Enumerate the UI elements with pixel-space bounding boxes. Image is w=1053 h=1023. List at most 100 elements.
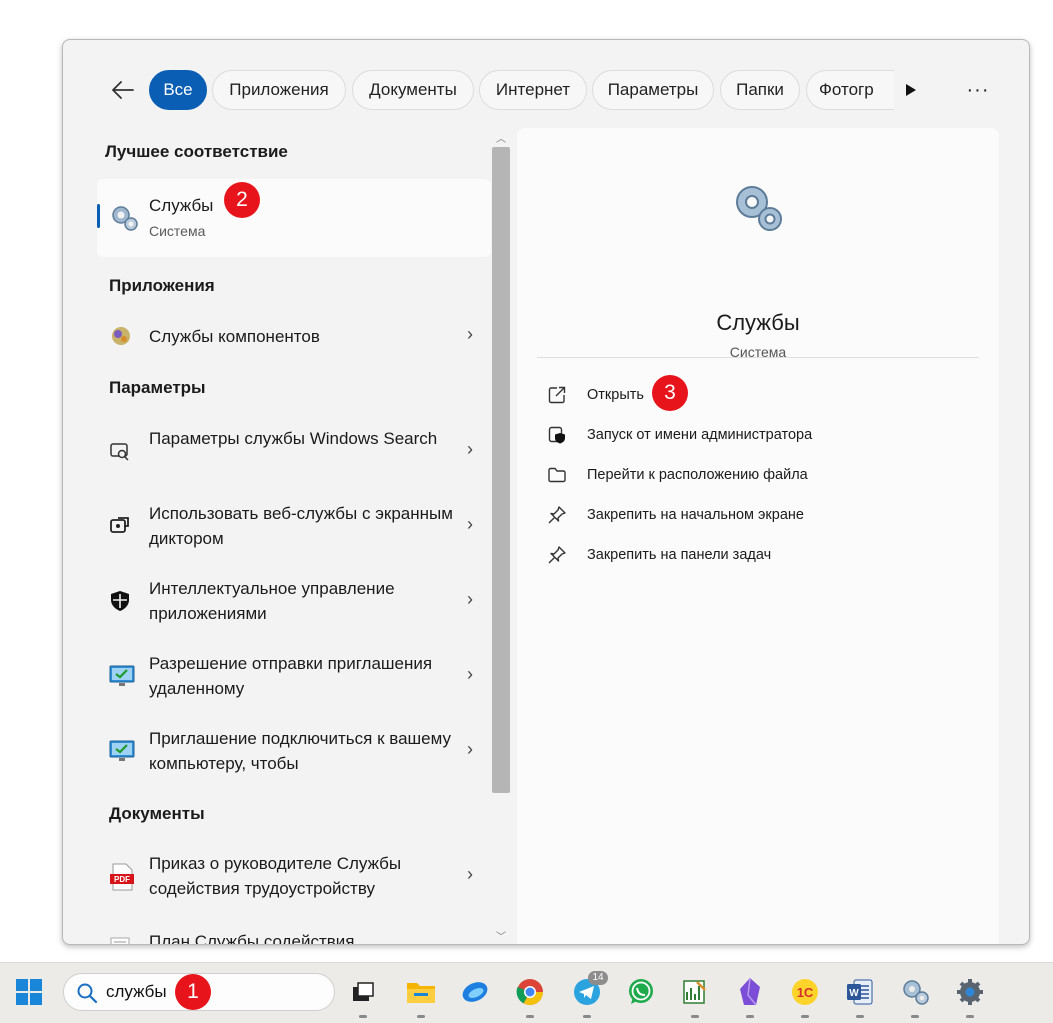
tab-folders[interactable]: Папки xyxy=(720,70,800,110)
list-item-label: Приказ о руководителе Службы содействия … xyxy=(149,854,402,898)
chevron-right-icon: › xyxy=(467,589,473,609)
scroll-down-arrow-icon[interactable]: ﹀ xyxy=(493,928,509,943)
remote-assistance-icon xyxy=(109,663,135,689)
tab-documents[interactable]: Документы xyxy=(352,70,474,110)
file-explorer-icon[interactable] xyxy=(404,975,438,1018)
list-item-label: Службы компонентов xyxy=(149,327,320,346)
list-item[interactable]: Приглашение подключиться к вашему компью… xyxy=(97,726,491,778)
running-indicator xyxy=(583,1015,591,1018)
running-indicator xyxy=(966,1015,974,1018)
telegram-icon[interactable]: 14 xyxy=(570,971,608,1018)
windows-search-settings-icon xyxy=(109,440,135,466)
apps-heading: Приложения xyxy=(109,276,215,295)
running-indicator xyxy=(359,1015,367,1018)
action-label: Запуск от имени администратора xyxy=(587,427,813,443)
1c-icon[interactable]: 1С xyxy=(788,975,822,1018)
chevron-right-icon: › xyxy=(467,864,473,884)
services-gears-icon xyxy=(109,203,139,233)
component-services-icon xyxy=(109,324,135,350)
pin-to-taskbar-action[interactable]: Закрепить на панели задач xyxy=(547,545,967,569)
services-gears-icon xyxy=(730,180,786,236)
search-icon xyxy=(76,982,98,1009)
action-label: Закрепить на панели задач xyxy=(587,547,772,563)
best-match-subtitle: Система xyxy=(149,223,206,239)
best-match-heading: Лучшее соответствие xyxy=(105,142,288,161)
chevron-right-icon: › xyxy=(467,664,473,684)
documents-heading: Документы xyxy=(109,804,205,823)
whatsapp-icon[interactable] xyxy=(624,975,658,1009)
tab-photos[interactable]: Фотогр xyxy=(806,70,894,110)
svg-text:PDF: PDF xyxy=(114,875,130,884)
tab-internet[interactable]: Интернет xyxy=(479,70,587,110)
remote-assistance-icon xyxy=(109,738,135,764)
spreadsheet-app-icon[interactable] xyxy=(678,975,712,1018)
list-item[interactable]: Интеллектуальное управление приложениями… xyxy=(97,576,491,628)
step-badge-1: 1 xyxy=(175,974,211,1010)
open-external-icon xyxy=(547,385,567,405)
chevron-right-icon: › xyxy=(467,514,473,534)
chevron-right-icon: › xyxy=(467,739,473,759)
pin-icon xyxy=(547,545,567,565)
preview-pane: Службы Система Открыть Запуск от имени а… xyxy=(517,128,999,944)
word-icon[interactable]: W xyxy=(843,975,877,1018)
preview-title: Службы xyxy=(716,310,800,335)
pin-icon xyxy=(547,505,567,525)
windows-start-icon[interactable] xyxy=(12,975,46,1009)
narrator-web-services-icon xyxy=(109,515,135,541)
back-arrow-icon[interactable] xyxy=(107,74,139,106)
best-match-card[interactable]: Службы Система xyxy=(97,179,491,257)
chevron-right-icon: › xyxy=(467,324,473,344)
list-item[interactable]: План Службы содействия xyxy=(97,926,491,945)
running-indicator xyxy=(417,1015,425,1018)
tab-settings[interactable]: Параметры xyxy=(592,70,714,110)
action-label: Открыть xyxy=(587,387,644,403)
list-item[interactable]: Параметры службы Windows Search › xyxy=(97,426,491,478)
settings-heading: Параметры xyxy=(109,378,206,397)
running-indicator xyxy=(801,1015,809,1018)
taskbar: 1 14 1С W xyxy=(0,962,1053,1023)
tab-all[interactable]: Все xyxy=(149,70,207,110)
scroll-up-arrow-icon[interactable]: ︿ xyxy=(493,130,509,145)
task-view-icon[interactable] xyxy=(346,975,380,1018)
tab-apps[interactable]: Приложения xyxy=(212,70,346,110)
obsidian-icon[interactable] xyxy=(733,975,767,1018)
pin-to-start-action[interactable]: Закрепить на начальном экране xyxy=(547,505,967,529)
chrome-icon[interactable] xyxy=(513,975,547,1018)
selection-indicator xyxy=(97,204,100,228)
svg-text:W: W xyxy=(849,988,859,999)
run-as-admin-icon xyxy=(547,425,567,445)
best-match-title: Службы xyxy=(149,196,214,215)
list-item-label: План Службы содействия xyxy=(149,932,355,945)
running-indicator xyxy=(746,1015,754,1018)
list-item[interactable]: PDF Приказ о руководителе Службы содейст… xyxy=(97,851,491,903)
action-label: Закрепить на начальном экране xyxy=(587,507,804,523)
services-gears-icon[interactable] xyxy=(898,975,932,1018)
folder-icon xyxy=(547,465,567,485)
settings-gear-icon[interactable] xyxy=(953,975,987,1018)
open-file-location-action[interactable]: Перейти к расположению файла xyxy=(547,465,967,489)
list-item[interactable]: Использовать веб-службы с экранным дикто… xyxy=(97,501,491,553)
chevron-right-icon: › xyxy=(467,439,473,459)
shield-icon xyxy=(109,590,135,616)
list-item[interactable]: Разрешение отправки приглашения удаленно… xyxy=(97,651,491,703)
svg-text:1С: 1С xyxy=(797,985,814,1000)
list-item-label: Приглашение подключиться к вашему компью… xyxy=(149,729,452,773)
telegram-unread-count: 14 xyxy=(588,971,608,985)
list-item[interactable]: Службы компонентов › xyxy=(97,322,491,352)
step-badge-3: 3 xyxy=(652,375,688,411)
scrollbar-thumb[interactable] xyxy=(492,147,510,793)
running-indicator xyxy=(911,1015,919,1018)
run-as-admin-action[interactable]: Запуск от имени администратора xyxy=(547,425,967,449)
edge-browser-icon[interactable] xyxy=(458,975,492,1009)
divider xyxy=(537,357,979,358)
open-action[interactable]: Открыть xyxy=(547,385,967,409)
document-file-icon xyxy=(109,936,135,944)
scroll-tabs-right-icon[interactable] xyxy=(899,78,923,102)
running-indicator xyxy=(856,1015,864,1018)
more-options-button[interactable]: ··· xyxy=(958,74,998,106)
running-indicator xyxy=(526,1015,534,1018)
step-badge-2: 2 xyxy=(224,182,260,218)
list-item-label: Интеллектуальное управление приложениями xyxy=(149,579,395,623)
search-start-panel: Все Приложения Документы Интернет Параме… xyxy=(62,39,1030,945)
list-item-label: Параметры службы Windows Search xyxy=(149,429,438,448)
